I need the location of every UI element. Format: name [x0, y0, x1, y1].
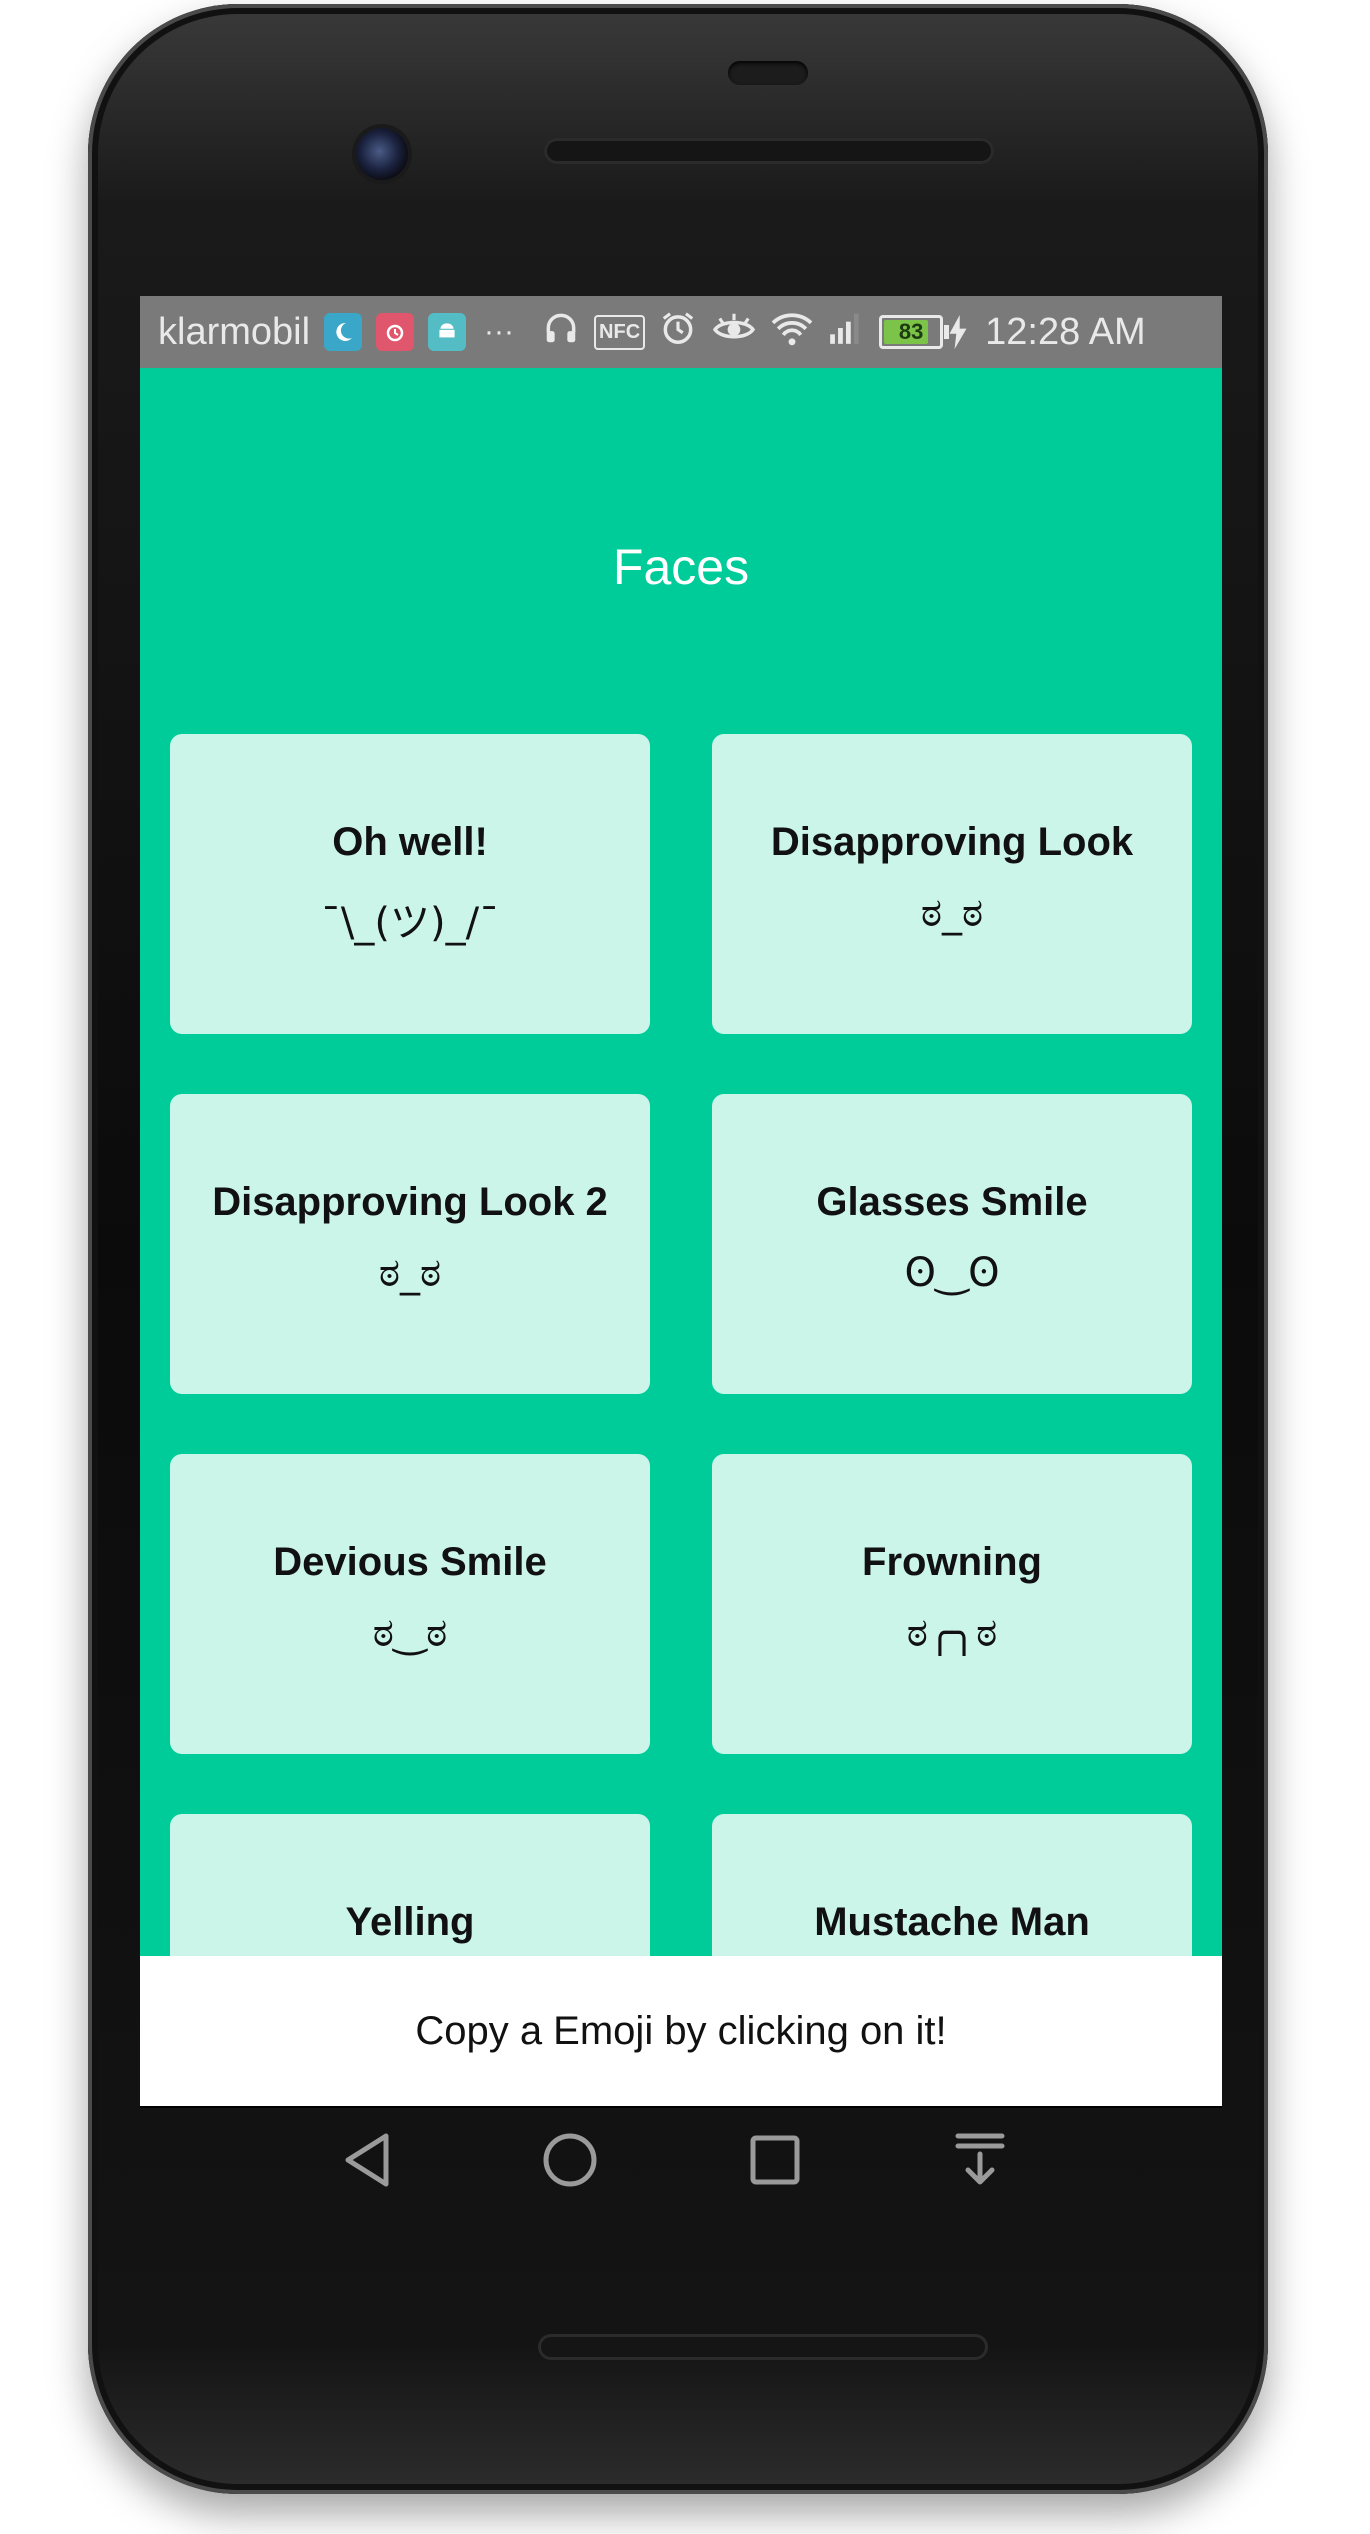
emoji-card-face: ʘ‿ʘ: [904, 1250, 1000, 1296]
toast-message: Copy a Emoji by clicking on it!: [140, 1956, 1222, 2106]
android-icon: [428, 313, 467, 351]
top-speaker: [544, 138, 994, 164]
emoji-card-face: ಠ‿ಠ: [372, 1610, 448, 1656]
wifi-icon: [771, 309, 813, 356]
emoji-card[interactable]: Disapproving Look 2 ಠ_ಠ: [170, 1094, 650, 1394]
top-sensor: [728, 61, 808, 85]
more-notifications-icon: ···: [484, 315, 515, 348]
front-camera: [356, 128, 408, 180]
back-icon[interactable]: [330, 2120, 410, 2200]
page-title: Faces: [612, 539, 750, 595]
eye-icon: [711, 309, 757, 356]
battery-indicator: 83: [879, 315, 967, 349]
emoji-card[interactable]: Devious Smile ಠ‿ಠ: [170, 1454, 650, 1754]
emoji-card-face: ಠ╭╮ಠ: [906, 1610, 998, 1656]
emoji-card[interactable]: Glasses Smile ʘ‿ʘ: [712, 1094, 1192, 1394]
emoji-card[interactable]: Yelling: [170, 1814, 650, 1956]
app-content[interactable]: Faces Oh well! ¯\_(ツ)_/¯ Disapproving Lo…: [140, 368, 1222, 1956]
emoji-card-title: Disapproving Look 2: [212, 1180, 608, 1224]
emoji-card-title: Devious Smile: [273, 1540, 547, 1584]
emoji-card[interactable]: Disapproving Look ಠ_ಠ: [712, 734, 1192, 1034]
home-icon[interactable]: [530, 2120, 610, 2200]
recents-icon[interactable]: [735, 2120, 815, 2200]
emoji-card-title: Glasses Smile: [816, 1180, 1088, 1224]
emoji-card-title: Disapproving Look: [770, 820, 1134, 864]
emoji-card-face: ಠ_ಠ: [920, 890, 984, 936]
notification-shade-icon[interactable]: [940, 2120, 1020, 2200]
emoji-card-title: Yelling: [345, 1900, 475, 1944]
signal-icon: [827, 309, 865, 356]
status-bar: klarmobil ··· NFC 83 12:28 AM: [140, 296, 1222, 368]
emoji-card-title: Frowning: [862, 1540, 1042, 1584]
alarm-clock-icon: [659, 309, 697, 356]
clock: 12:28 AM: [985, 310, 1146, 353]
phone-screen: klarmobil ··· NFC 83 12:28 AM Faces Oh w…: [140, 296, 1222, 2108]
emoji-card[interactable]: Frowning ಠ╭╮ಠ: [712, 1454, 1192, 1754]
charging-icon: [949, 315, 967, 349]
carrier-name: klarmobil: [158, 310, 311, 353]
emoji-card-title: Oh well!: [332, 820, 488, 864]
emoji-card[interactable]: Mustache Man: [712, 1814, 1192, 1956]
nfc-icon: NFC: [594, 314, 646, 350]
emoji-card[interactable]: Oh well! ¯\_(ツ)_/¯: [170, 734, 650, 1034]
headphones-icon: [542, 309, 580, 356]
battery-level: 83: [898, 319, 924, 344]
emoji-card-face: ¯\_(ツ)_/¯: [320, 900, 500, 946]
emoji-card-title: Mustache Man: [814, 1900, 1090, 1944]
moon-icon: [324, 313, 363, 351]
alarm-app-icon: [376, 313, 415, 351]
bottom-speaker: [538, 2334, 988, 2360]
navigation-bar: [330, 2120, 1050, 2210]
emoji-card-face: ಠ_ಠ: [378, 1250, 442, 1296]
